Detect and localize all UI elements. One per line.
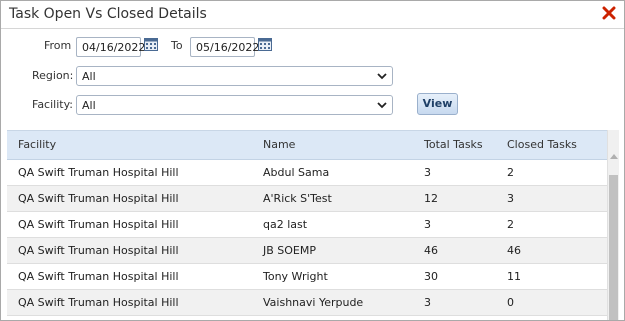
table-row[interactable]: QA Swift Truman Hospital Hill qa2 last 3… bbox=[7, 212, 607, 238]
table-row[interactable]: QA Swift Truman Hospital Hill Tony Wrigh… bbox=[7, 264, 607, 290]
name-cell: Vaishnavi Yerpude bbox=[263, 296, 364, 309]
title-bar: Task Open Vs Closed Details bbox=[1, 1, 624, 29]
total-tasks-cell: 3 bbox=[424, 166, 431, 179]
chevron-down-icon bbox=[377, 73, 387, 80]
name-cell: Tony Wright bbox=[263, 270, 328, 283]
facility-cell: QA Swift Truman Hospital Hill bbox=[18, 296, 179, 309]
column-header-name[interactable]: Name bbox=[263, 138, 295, 151]
from-date-input[interactable]: 04/16/2022 bbox=[76, 37, 145, 57]
column-header-facility[interactable]: Facility bbox=[18, 138, 56, 151]
closed-tasks-cell: 2 bbox=[507, 166, 514, 179]
table-body: QA Swift Truman Hospital Hill Abdul Sama… bbox=[7, 160, 607, 316]
to-label: To bbox=[171, 39, 183, 52]
column-header-closed-tasks[interactable]: Closed Tasks bbox=[507, 138, 577, 151]
to-date-input[interactable]: 05/16/2022 bbox=[190, 37, 259, 57]
region-select[interactable]: All bbox=[76, 66, 393, 86]
total-tasks-cell: 3 bbox=[424, 296, 431, 309]
facility-cell: QA Swift Truman Hospital Hill bbox=[18, 270, 179, 283]
region-label: Region: bbox=[32, 69, 74, 82]
facility-cell: QA Swift Truman Hospital Hill bbox=[18, 244, 179, 257]
tasks-table: Facility Name Total Tasks Closed Tasks Q… bbox=[7, 130, 607, 320]
closed-tasks-cell: 3 bbox=[507, 192, 514, 205]
name-cell: qa2 last bbox=[263, 218, 308, 231]
facility-select[interactable]: All bbox=[76, 95, 393, 115]
from-label: From bbox=[44, 39, 72, 52]
closed-tasks-cell: 46 bbox=[507, 244, 521, 257]
name-cell: JB SOEMP bbox=[263, 244, 317, 257]
chevron-down-icon bbox=[377, 102, 387, 109]
vertical-scrollbar[interactable] bbox=[607, 130, 619, 320]
facility-cell: QA Swift Truman Hospital Hill bbox=[18, 166, 179, 179]
facility-label: Facility: bbox=[32, 98, 74, 111]
facility-cell: QA Swift Truman Hospital Hill bbox=[18, 192, 179, 205]
closed-tasks-cell: 0 bbox=[507, 296, 514, 309]
calendar-icon[interactable] bbox=[144, 37, 158, 51]
table-header: Facility Name Total Tasks Closed Tasks bbox=[7, 131, 607, 160]
table-row[interactable]: QA Swift Truman Hospital Hill Abdul Sama… bbox=[7, 160, 607, 186]
total-tasks-cell: 30 bbox=[424, 270, 438, 283]
facility-cell: QA Swift Truman Hospital Hill bbox=[18, 218, 179, 231]
total-tasks-cell: 12 bbox=[424, 192, 438, 205]
column-header-total-tasks[interactable]: Total Tasks bbox=[424, 138, 483, 151]
table-row[interactable]: QA Swift Truman Hospital Hill JB SOEMP 4… bbox=[7, 238, 607, 264]
closed-tasks-cell: 11 bbox=[507, 270, 521, 283]
total-tasks-cell: 3 bbox=[424, 218, 431, 231]
table-row[interactable]: QA Swift Truman Hospital Hill Vaishnavi … bbox=[7, 290, 607, 316]
scroll-up-arrow-icon[interactable] bbox=[610, 154, 618, 159]
close-icon[interactable] bbox=[602, 6, 616, 20]
closed-tasks-cell: 2 bbox=[507, 218, 514, 231]
view-button[interactable]: View bbox=[417, 93, 458, 115]
region-value: All bbox=[82, 70, 96, 83]
name-cell: Abdul Sama bbox=[263, 166, 330, 179]
name-cell: A'Rick S'Test bbox=[263, 192, 332, 205]
facility-value: All bbox=[82, 99, 96, 112]
dialog-title: Task Open Vs Closed Details bbox=[9, 6, 207, 22]
calendar-icon[interactable] bbox=[258, 37, 272, 51]
scrollbar-thumb[interactable] bbox=[609, 175, 618, 320]
task-details-dialog: Task Open Vs Closed Details From 04/16/2… bbox=[0, 0, 625, 321]
total-tasks-cell: 46 bbox=[424, 244, 438, 257]
table-row[interactable]: QA Swift Truman Hospital Hill A'Rick S'T… bbox=[7, 186, 607, 212]
